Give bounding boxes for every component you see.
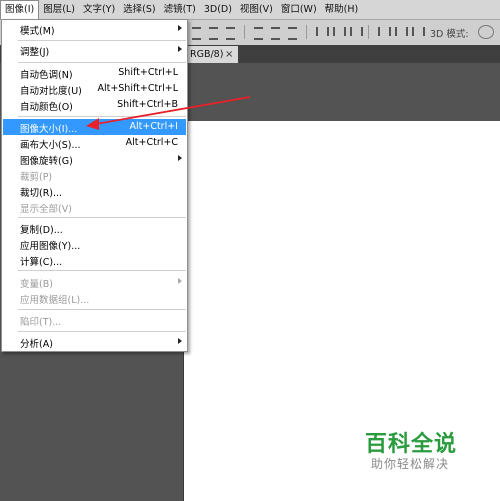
menu-item-label: 陷印(T)... (20, 317, 62, 328)
menu-separator (18, 309, 186, 310)
menu-item-auto-contrast[interactable]: 自动对比度(U) Alt+Shift+Ctrl+L (3, 81, 186, 97)
menu-item-shortcut: Shift+Ctrl+B (117, 99, 178, 110)
menu-item-trap: 陷印(T)... (3, 312, 186, 328)
menu-layer[interactable]: 图层(L) (39, 0, 79, 19)
menu-item-label: 自动色调(N) (20, 70, 73, 81)
menu-item-label: 裁剪(P) (20, 172, 53, 183)
menu-type[interactable]: 文字(Y) (79, 0, 119, 19)
menu-item-auto-color[interactable]: 自动颜色(O) Shift+Ctrl+B (3, 97, 186, 113)
menu-item-duplicate[interactable]: 复制(D)... (3, 220, 186, 236)
menu-item-label: 图像旋转(G) (20, 156, 73, 167)
distribute-left-icon[interactable] (376, 25, 391, 39)
menu-item-label: 变量(B) (20, 279, 53, 290)
menu-item-shortcut: Alt+Ctrl+C (125, 137, 178, 148)
menu-item-label: 应用图像(Y)... (20, 241, 81, 252)
align-right-icon[interactable] (348, 25, 363, 39)
menu-item-canvas-size[interactable]: 画布大小(S)... Alt+Ctrl+C (3, 135, 186, 151)
menu-item-adjust[interactable]: 调整(J) (3, 42, 186, 58)
menu-item-image-rotation[interactable]: 图像旋转(G) (3, 151, 186, 167)
menu-separator (18, 270, 186, 271)
menu-item-auto-tone[interactable]: 自动色调(N) Shift+Ctrl+L (3, 65, 186, 81)
align-tools (190, 25, 425, 40)
menu-3d[interactable]: 3D(D) (200, 0, 236, 19)
menu-item-calculations[interactable]: 计算(C)... (3, 252, 186, 268)
menu-separator (18, 217, 186, 218)
watermark-title: 百科全说 (365, 432, 458, 457)
menu-view[interactable]: 视图(V) (236, 0, 277, 19)
menu-item-image-size[interactable]: 图像大小(I)... Alt+Ctrl+I (3, 119, 186, 135)
submenu-arrow-icon (178, 46, 182, 52)
menu-item-variables: 变量(B) (3, 274, 186, 290)
menu-item-crop: 裁剪(P) (3, 167, 186, 183)
distribute-top-icon[interactable] (252, 25, 265, 40)
close-tab-icon[interactable]: × (225, 46, 233, 63)
menu-item-label: 计算(C)... (20, 257, 63, 268)
submenu-arrow-icon (178, 278, 182, 284)
menu-item-mode[interactable]: 模式(M) (3, 21, 186, 37)
menu-select[interactable]: 选择(S) (119, 0, 159, 19)
menu-help[interactable]: 帮助(H) (321, 0, 363, 19)
menu-item-analysis[interactable]: 分析(A) (3, 334, 186, 350)
submenu-arrow-icon (178, 155, 182, 161)
distribute-right-icon[interactable] (410, 25, 425, 39)
align-top-icon[interactable] (190, 25, 203, 40)
menu-item-label: 显示全部(V) (20, 204, 72, 215)
distribute-hcenter-icon[interactable] (393, 25, 408, 39)
menu-item-label: 模式(M) (20, 26, 55, 37)
menu-item-label: 画布大小(S)... (20, 140, 81, 151)
menu-item-label: 自动对比度(U) (20, 86, 82, 97)
menu-item-label: 应用数据组(L)... (20, 295, 90, 306)
menu-window[interactable]: 窗口(W) (277, 0, 321, 19)
menu-item-reveal-all: 显示全部(V) (3, 199, 186, 215)
menu-separator (18, 62, 186, 63)
mode-3d-label: 3D 模式: (430, 29, 469, 40)
menu-item-shortcut: Alt+Ctrl+I (129, 121, 179, 132)
menu-item-apply-data-set: 应用数据组(L)... (3, 290, 186, 306)
toolbar-divider (306, 25, 307, 39)
align-hcenter-icon[interactable] (331, 25, 346, 39)
orbit-3d-icon[interactable] (478, 25, 494, 39)
menu-separator (18, 331, 186, 332)
menu-item-label: 自动颜色(O) (20, 102, 73, 113)
toolbar-divider (368, 25, 369, 39)
menu-item-label: 调整(J) (20, 47, 50, 58)
menu-item-shortcut: Alt+Shift+Ctrl+L (97, 83, 178, 94)
menu-item-label: 裁切(R)... (20, 188, 63, 199)
menu-item-apply-image[interactable]: 应用图像(Y)... (3, 236, 186, 252)
toolbar-divider (244, 25, 245, 39)
menu-item-label: 分析(A) (20, 339, 53, 350)
watermark-subtitle: 助你轻松解决 (371, 457, 450, 471)
distribute-bottom-icon[interactable] (286, 25, 299, 40)
menu-separator (18, 40, 186, 41)
align-vcenter-icon[interactable] (207, 25, 220, 40)
image-menu-dropdown: 模式(M) 调整(J) 自动色调(N) Shift+Ctrl+L 自动对比度(U… (1, 19, 188, 352)
menu-separator (18, 116, 186, 117)
menu-item-label: 图像大小(I)... (20, 124, 78, 135)
menu-image[interactable]: 图像(I) (0, 0, 40, 19)
menu-item-label: 复制(D)... (20, 225, 63, 236)
align-bottom-icon[interactable] (224, 25, 237, 40)
distribute-vcenter-icon[interactable] (269, 25, 282, 40)
menu-item-trim[interactable]: 裁切(R)... (3, 183, 186, 199)
submenu-arrow-icon (178, 338, 182, 344)
align-left-icon[interactable] (314, 25, 329, 39)
menu-item-shortcut: Shift+Ctrl+L (118, 67, 178, 78)
menu-filter[interactable]: 滤镜(T) (160, 0, 200, 19)
submenu-arrow-icon (178, 25, 182, 31)
menu-bar: 图像(I) 图层(L) 文字(Y) 选择(S) 滤镜(T) 3D(D) 视图(V… (0, 0, 500, 20)
